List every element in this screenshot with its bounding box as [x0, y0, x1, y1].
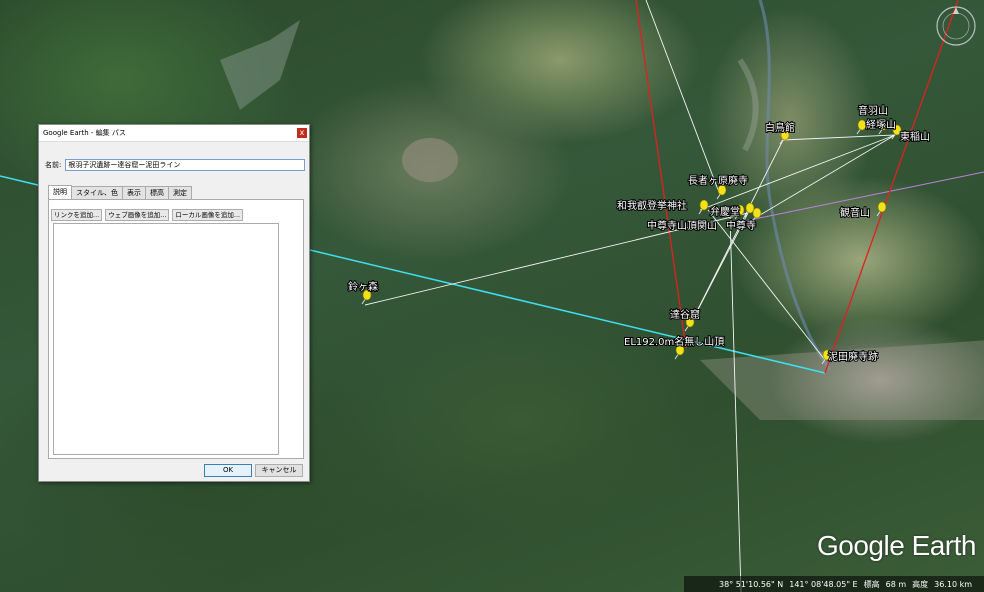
- pushpin-icon[interactable]: [698, 199, 709, 215]
- placemark-label[interactable]: 和我叡登挙神社: [616, 198, 688, 213]
- name-input[interactable]: 根羽子沢遺跡ー達谷窟ー泥田ライン: [65, 159, 306, 171]
- google-earth-logo: Google Earth: [816, 530, 977, 562]
- insert-buttons: リンクを追加... ウェブ画像を追加... ローカル画像を追加...: [51, 209, 244, 221]
- placemark-label[interactable]: 中尊寺: [725, 218, 757, 233]
- altitude-label: 高度: [912, 579, 929, 589]
- lake: [220, 20, 300, 110]
- placemark-label[interactable]: 達谷窟: [669, 307, 701, 322]
- name-label: 名前:: [45, 161, 62, 169]
- dialog-title: Google Earth - 編集 パス: [43, 129, 126, 137]
- name-row: 名前: 根羽子沢遺跡ー達谷窟ー泥田ライン: [45, 159, 306, 171]
- compass-icon[interactable]: [934, 4, 978, 48]
- placemark-label[interactable]: 長者ヶ原廃寺: [687, 173, 749, 188]
- logo-google: Google: [816, 530, 905, 561]
- ok-button[interactable]: OK: [204, 464, 252, 477]
- red-path-line-1[interactable]: [635, 0, 687, 349]
- longitude-readout: 141° 08'48.05" E: [789, 579, 858, 589]
- placemark-label[interactable]: 東稲山: [899, 129, 931, 144]
- placemark-label[interactable]: 観音山: [839, 205, 871, 220]
- tab-altitude[interactable]: 標高: [145, 186, 169, 199]
- elevation-label: 標高: [863, 579, 880, 589]
- red-path-line-2[interactable]: [824, 0, 959, 374]
- placemark-label[interactable]: 白鳥館: [764, 120, 796, 135]
- placemark-label[interactable]: 中尊寺山頂関山: [646, 218, 718, 233]
- description-textarea[interactable]: [53, 223, 279, 455]
- placemark-label[interactable]: 泥田廃寺跡: [827, 349, 879, 364]
- tab-view[interactable]: 表示: [122, 186, 146, 199]
- dialog-tabs: 説明 スタイル、色 表示 標高 測定: [48, 185, 192, 199]
- tab-description[interactable]: 説明: [48, 185, 72, 199]
- add-link-button[interactable]: リンクを追加...: [51, 209, 103, 221]
- tab-style-color[interactable]: スタイル、色: [71, 186, 123, 199]
- add-web-image-button[interactable]: ウェブ画像を追加...: [105, 209, 170, 221]
- placemark-label[interactable]: 弁慶堂: [709, 204, 741, 219]
- status-bar: 38° 51'10.56" N 141° 08'48.05" E 標高 68 m…: [684, 576, 984, 592]
- altitude-value: 36.10 km: [934, 579, 972, 589]
- tab-measure[interactable]: 測定: [168, 186, 192, 199]
- pushpin-icon[interactable]: [744, 202, 755, 218]
- placemark-label[interactable]: 音羽山: [857, 103, 889, 118]
- pushpin-icon[interactable]: [716, 184, 727, 200]
- elevation-value: 68 m: [885, 579, 907, 589]
- river: [758, 0, 832, 371]
- crater-area: [402, 138, 458, 182]
- placemark-label[interactable]: 経塚山: [865, 117, 897, 132]
- placemark-label[interactable]: EL192.0m名無し山頂: [623, 334, 725, 349]
- dialog-titlebar[interactable]: Google Earth - 編集 パス x: [39, 125, 309, 142]
- edit-path-dialog: Google Earth - 編集 パス x 名前: 根羽子沢遺跡ー達谷窟ー泥田…: [38, 124, 310, 482]
- pushpin-icon[interactable]: [856, 119, 867, 135]
- latitude-readout: 38° 51'10.56" N: [719, 579, 784, 589]
- placemark-label[interactable]: 鈴ヶ森: [347, 279, 379, 294]
- cancel-button[interactable]: キャンセル: [255, 464, 303, 477]
- add-local-image-button[interactable]: ローカル画像を追加...: [172, 209, 244, 221]
- close-button[interactable]: x: [297, 128, 307, 138]
- white-path-lines: [364, 0, 896, 592]
- logo-earth: Earth: [911, 530, 977, 561]
- town-strip: [737, 58, 759, 152]
